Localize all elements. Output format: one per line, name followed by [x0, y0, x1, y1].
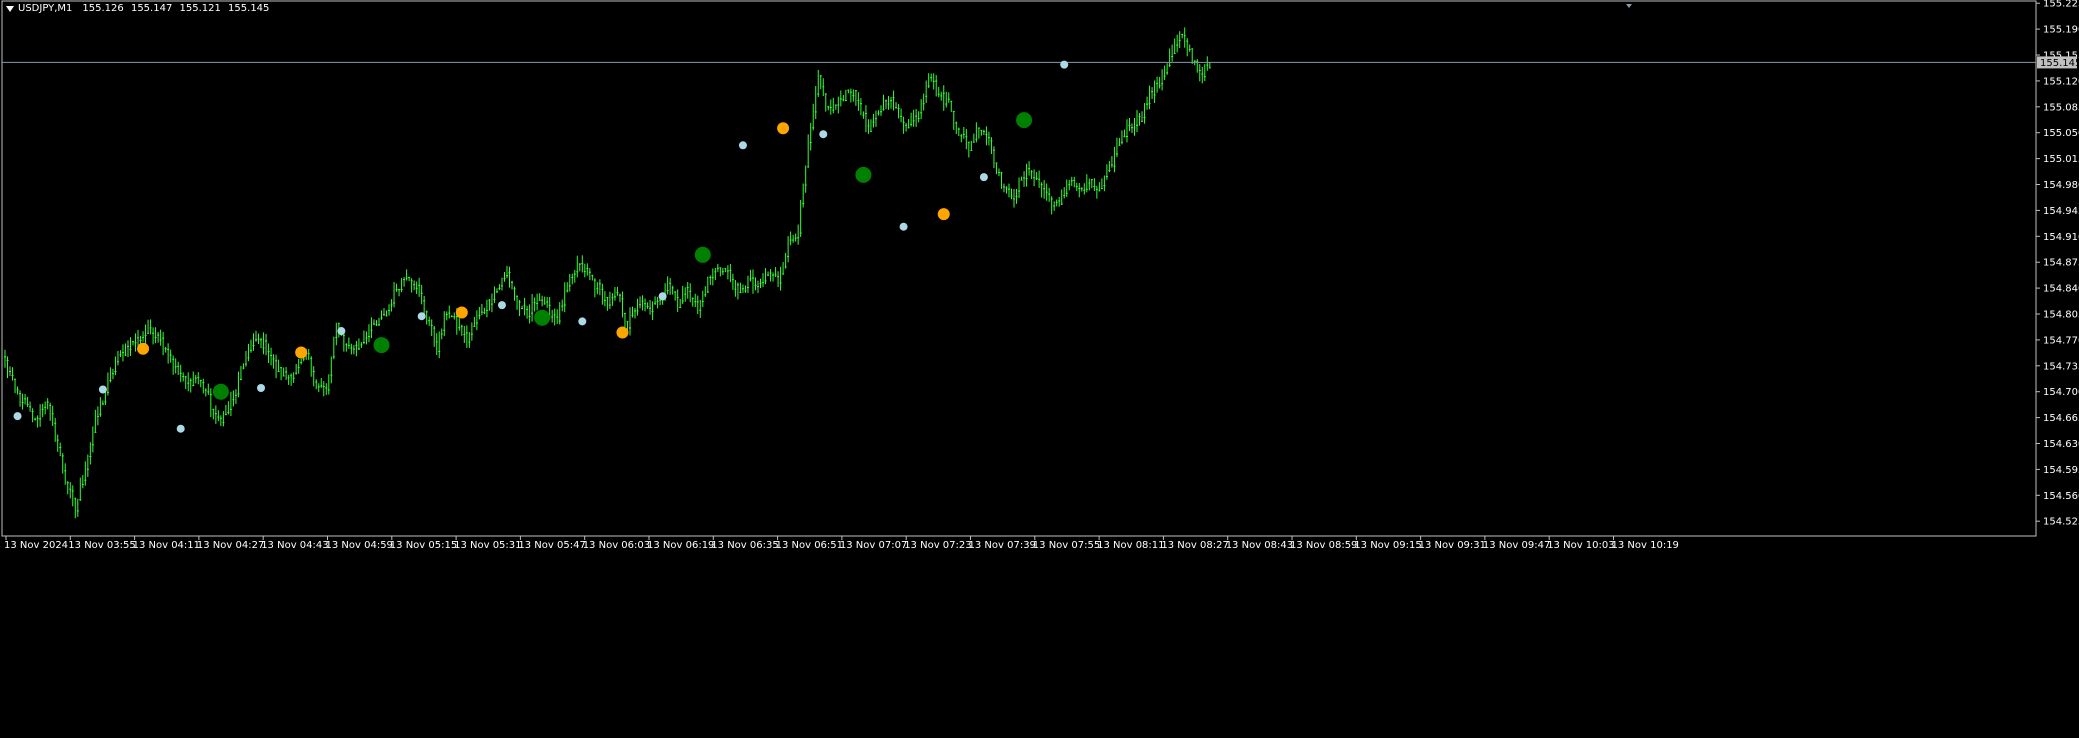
ohlc-open: 155.126	[82, 3, 124, 14]
x-tick-label: 13 Nov 09:31	[1419, 540, 1486, 551]
x-tick-label: 13 Nov 06:35	[711, 540, 778, 551]
signal-dot	[1060, 60, 1069, 69]
shift-marker-icon	[1626, 4, 1632, 8]
signal-dot	[373, 337, 390, 354]
signal-dot	[937, 208, 950, 221]
current-price-label: 155.145	[2040, 58, 2079, 69]
x-tick-label: 13 Nov 06:03	[583, 540, 650, 551]
y-tick-label: 155.190	[2043, 25, 2079, 36]
x-tick-label: 13 Nov 06:51	[776, 540, 843, 551]
y-tick-label: 154.980	[2043, 180, 2079, 191]
ohlc-values: 155.126 155.147 155.121 155.145	[82, 3, 273, 14]
signal-dot	[455, 306, 468, 319]
y-tick-label: 154.595	[2043, 465, 2079, 476]
signal-dot	[855, 166, 872, 183]
signal-dot	[534, 309, 551, 326]
symbol-timeframe: USDJPY,M1	[18, 3, 73, 14]
y-tick-label: 154.875	[2043, 258, 2079, 269]
signal-dot	[212, 383, 229, 400]
signal-dot	[819, 130, 828, 139]
x-tick-label: 13 Nov 2024	[4, 540, 68, 551]
x-tick-label: 13 Nov 10:03	[1547, 540, 1614, 551]
x-tick-label: 13 Nov 07:39	[969, 540, 1036, 551]
x-tick-label: 13 Nov 07:07	[840, 540, 907, 551]
plot-frame	[1, 0, 2037, 537]
dropdown-triangle-icon[interactable]	[6, 6, 14, 12]
x-tick-label: 13 Nov 04:43	[261, 540, 328, 551]
y-tick-label: 154.910	[2043, 232, 2079, 243]
x-tick-label: 13 Nov 10:19	[1612, 540, 1679, 551]
signal-dot	[616, 326, 629, 339]
ohlc-close: 155.145	[228, 3, 270, 14]
y-tick-label: 155.225	[2043, 0, 2079, 10]
y-tick-label: 155.015	[2043, 154, 2079, 165]
signal-dot	[899, 222, 908, 231]
x-tick-label: 13 Nov 09:47	[1483, 540, 1550, 551]
signal-dot	[738, 141, 747, 150]
x-tick-label: 13 Nov 08:11	[1097, 540, 1164, 551]
signal-dot	[13, 412, 22, 421]
y-tick-label: 154.840	[2043, 284, 2079, 295]
x-tick-label: 13 Nov 04:27	[197, 540, 264, 551]
x-tick-label: 13 Nov 06:19	[647, 540, 714, 551]
y-tick-label: 154.700	[2043, 387, 2079, 398]
signal-dot	[257, 384, 266, 393]
x-tick-label: 13 Nov 04:59	[326, 540, 393, 551]
y-tick-label: 154.805	[2043, 310, 2079, 321]
signal-dot	[1016, 112, 1033, 129]
x-tick-label: 13 Nov 05:31	[454, 540, 521, 551]
x-tick-label: 13 Nov 08:27	[1161, 540, 1228, 551]
x-tick-label: 13 Nov 08:43	[1226, 540, 1293, 551]
y-tick-label: 154.945	[2043, 206, 2079, 217]
x-tick-label: 13 Nov 08:59	[1290, 540, 1357, 551]
y-tick-label: 155.050	[2043, 128, 2079, 139]
x-tick-label: 13 Nov 07:23	[904, 540, 971, 551]
signal-dot	[777, 122, 790, 135]
signal-dot	[176, 424, 185, 433]
x-tick-label: 13 Nov 04:11	[133, 540, 200, 551]
signal-dot	[137, 342, 150, 355]
y-tick-label: 155.085	[2043, 102, 2079, 113]
y-tick-label: 154.735	[2043, 361, 2079, 372]
chart-window[interactable]: 155.225155.190155.155155.120155.085155.0…	[0, 0, 2079, 738]
price-chart[interactable]: 155.225155.190155.155155.120155.085155.0…	[0, 0, 2079, 738]
y-tick-label: 155.120	[2043, 76, 2079, 87]
x-tick-label: 13 Nov 03:55	[68, 540, 135, 551]
signal-dot	[337, 327, 346, 336]
y-tick-label: 154.770	[2043, 335, 2079, 346]
signal-dot	[98, 385, 107, 394]
y-tick-label: 154.665	[2043, 413, 2079, 424]
signal-dot	[694, 246, 711, 263]
y-tick-label: 154.560	[2043, 491, 2079, 502]
x-tick-label: 13 Nov 09:15	[1354, 540, 1421, 551]
x-tick-label: 13 Nov 05:15	[390, 540, 457, 551]
signal-dot	[295, 346, 308, 359]
ohlc-low: 155.121	[179, 3, 221, 14]
signal-dot	[497, 301, 506, 310]
signal-dot	[658, 292, 667, 301]
x-tick-label: 13 Nov 07:55	[1033, 540, 1100, 551]
y-tick-label: 154.525	[2043, 517, 2079, 528]
signal-dot	[578, 317, 587, 326]
chart-header: USDJPY,M1 155.126 155.147 155.121 155.14…	[6, 3, 273, 14]
signal-dot	[979, 173, 988, 182]
y-tick-label: 154.630	[2043, 439, 2079, 450]
signal-dot	[417, 312, 426, 321]
x-tick-label: 13 Nov 05:47	[518, 540, 585, 551]
ohlc-high: 155.147	[130, 3, 173, 14]
